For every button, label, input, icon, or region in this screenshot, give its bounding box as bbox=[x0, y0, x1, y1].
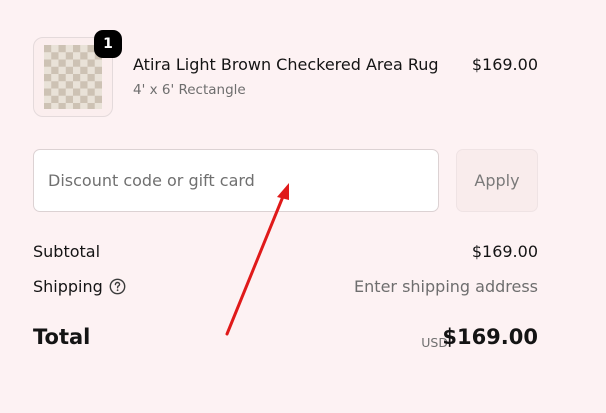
quantity-badge: 1 bbox=[94, 30, 122, 58]
shipping-label: Shipping bbox=[33, 277, 103, 296]
product-price: $169.00 bbox=[471, 55, 538, 74]
discount-code-input[interactable] bbox=[33, 149, 439, 212]
apply-button[interactable]: Apply bbox=[456, 149, 538, 212]
line-item: 1 Atira Light Brown Checkered Area Rug 4… bbox=[33, 30, 538, 119]
question-circle-icon[interactable] bbox=[109, 278, 126, 295]
checkered-rug-image bbox=[44, 45, 102, 109]
subtotal-label: Subtotal bbox=[33, 242, 101, 261]
shipping-value: Enter shipping address bbox=[354, 277, 538, 296]
total-label: Total bbox=[33, 325, 91, 349]
total-value: $169.00 bbox=[442, 325, 538, 349]
product-variant: 4' x 6' Rectangle bbox=[133, 82, 246, 98]
product-name: Atira Light Brown Checkered Area Rug bbox=[133, 55, 439, 74]
subtotal-value: $169.00 bbox=[471, 242, 538, 261]
